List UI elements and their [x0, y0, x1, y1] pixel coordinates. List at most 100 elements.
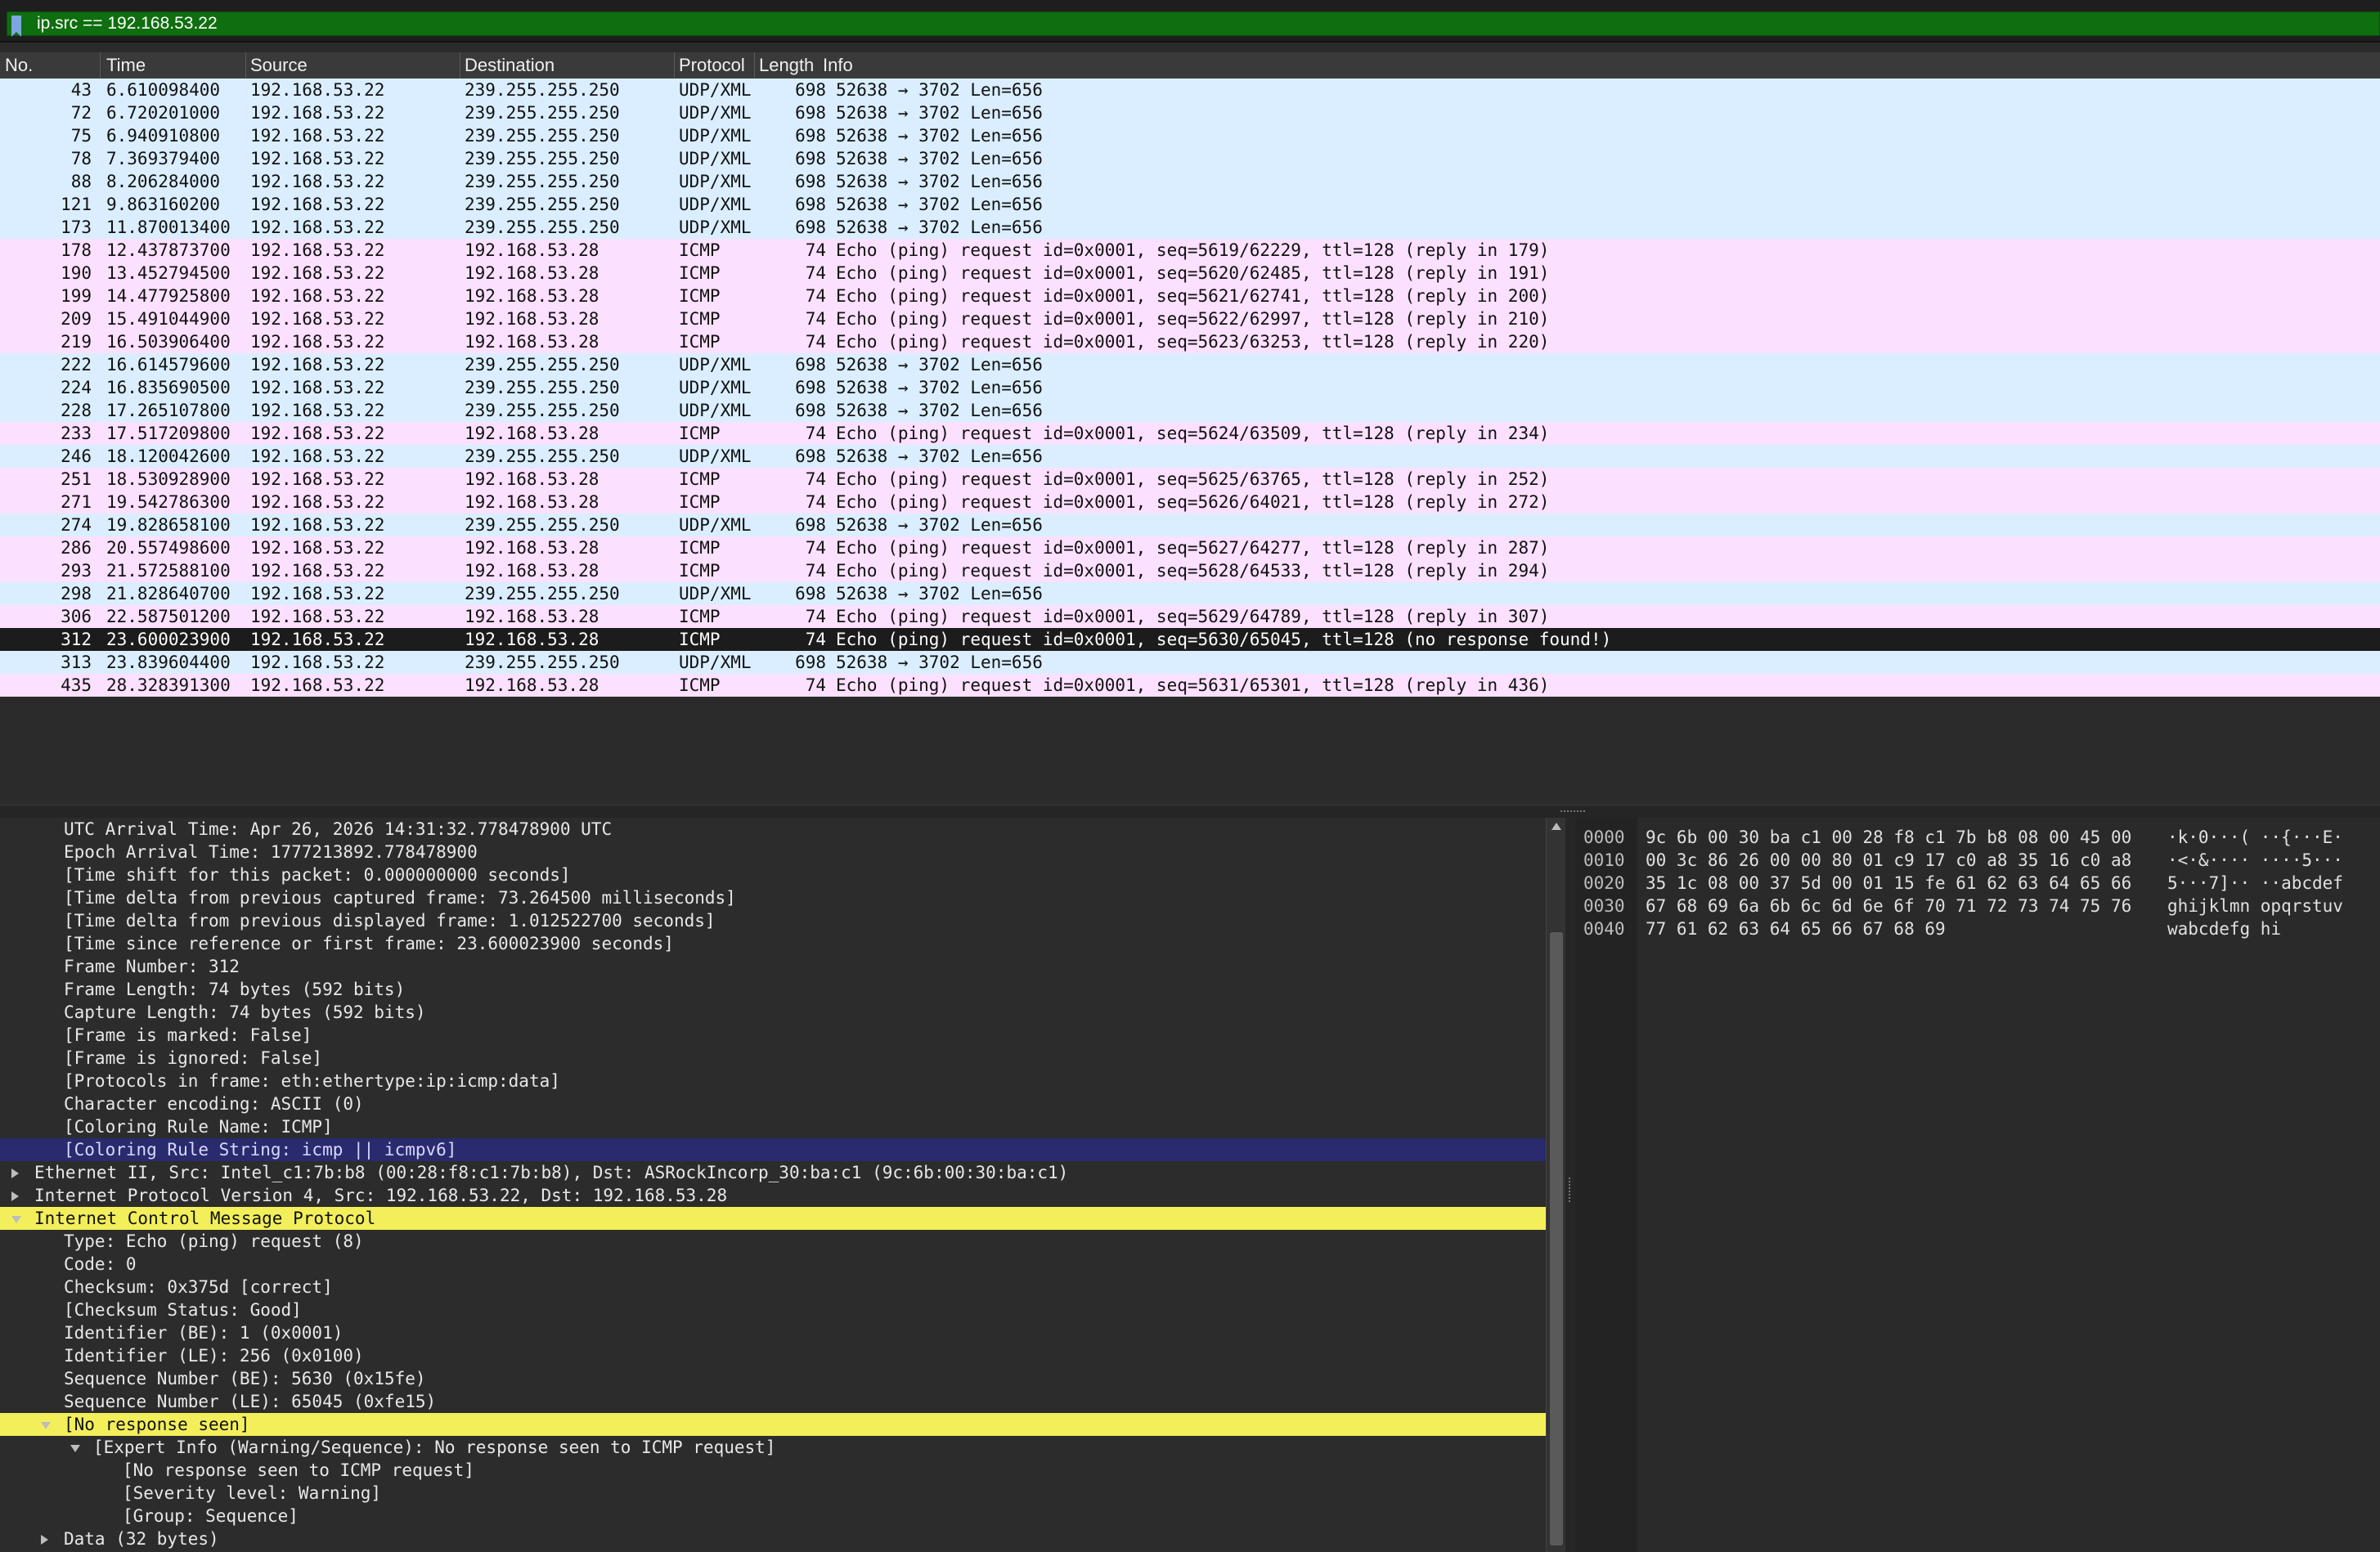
detail-tree-item[interactable]: [Group: Sequence] [0, 1505, 1546, 1527]
bytes-hex[interactable]: 9c 6b 00 30 ba c1 00 28 f8 c1 7b b8 08 0… [1646, 826, 2131, 849]
packet-row[interactable]: 75 6.940910800 192.168.53.22 239.255.255.25… [0, 124, 2380, 147]
detail-tree-item[interactable]: Internet Protocol Version 4, Src: 192.16… [0, 1184, 1546, 1207]
packet-number: 199 [61, 286, 92, 306]
detail-tree-item[interactable]: Type: Echo (ping) request (8) [0, 1230, 1546, 1253]
column-header-time[interactable]: Time [106, 52, 146, 78]
packet-row[interactable]: 298 21.828640700 192.168.53.22 239.255.255.… [0, 582, 2380, 605]
detail-tree-item[interactable]: [Frame is marked: False] [0, 1024, 1546, 1047]
expand-down-arrow-icon[interactable] [11, 1216, 21, 1223]
detail-tree-item[interactable]: Capture Length: 74 bytes (592 bits) [0, 1001, 1546, 1024]
detail-tree-item[interactable]: Data (32 bytes) [0, 1527, 1546, 1550]
packet-row[interactable]: 219 16.503906400 192.168.53.22 192.168.53.2… [0, 330, 2380, 353]
detail-tree-item[interactable]: [Severity level: Warning] [0, 1482, 1546, 1505]
bytes-ascii[interactable]: ghijklmn opqrstuv [2167, 895, 2343, 917]
detail-tree-item[interactable]: Epoch Arrival Time: 1777213892.778478900 [0, 841, 1546, 863]
detail-tree-item[interactable]: Frame Length: 74 bytes (592 bits) [0, 978, 1546, 1001]
packet-length: 74 [805, 424, 826, 443]
packet-info: 52638 → 3702 Len=656 [836, 126, 1043, 146]
collapse-right-arrow-icon[interactable] [11, 1191, 19, 1201]
detail-tree-item[interactable]: Sequence Number (BE): 5630 (0x15fe) [0, 1367, 1546, 1390]
packet-row[interactable]: 224 16.835690500 192.168.53.22 239.255.255.… [0, 376, 2380, 399]
packet-row[interactable]: 274 19.828658100 192.168.53.22 239.255.255.… [0, 514, 2380, 536]
packet-row[interactable]: 199 14.477925800 192.168.53.22 192.168.53.2… [0, 285, 2380, 307]
detail-tree-item[interactable]: [Time since reference or first frame: 23… [0, 932, 1546, 955]
packet-list[interactable]: 43 6.610098400 192.168.53.22 239.255.255.25… [0, 78, 2380, 698]
detail-tree-item[interactable]: Frame Number: 312 [0, 955, 1546, 978]
detail-tree-item[interactable]: [No response seen to ICMP request] [0, 1459, 1546, 1482]
detail-tree-item[interactable]: UTC Arrival Time: Apr 26, 2026 14:31:32.… [0, 818, 1546, 841]
detail-tree-item[interactable]: [Time delta from previous captured frame… [0, 886, 1546, 909]
detail-tree-item[interactable]: [Protocols in frame: eth:ethertype:ip:ic… [0, 1070, 1546, 1092]
bytes-hex[interactable]: 35 1c 08 00 37 5d 00 01 15 fe 61 62 63 6… [1646, 872, 2131, 895]
packet-row[interactable]: 43 6.610098400 192.168.53.22 239.255.255.25… [0, 78, 2380, 101]
detail-tree-item[interactable]: Character encoding: ASCII (0) [0, 1092, 1546, 1115]
detail-tree-item[interactable]: [Checksum Status: Good] [0, 1299, 1546, 1321]
packet-row[interactable]: 173 11.870013400 192.168.53.22 239.255.255.… [0, 216, 2380, 239]
packet-row[interactable]: 246 18.120042600 192.168.53.22 239.255.255.… [0, 445, 2380, 468]
detail-tree-item[interactable]: Ethernet II, Src: Intel_c1:7b:b8 (00:28:… [0, 1161, 1546, 1184]
packet-bytes-pane[interactable]: 0000 9c 6b 00 30 ba c1 00 28 f8 c1 7b b8 … [1575, 818, 2380, 1552]
packet-row[interactable]: 72 6.720201000 192.168.53.22 239.255.255.25… [0, 101, 2380, 124]
packet-row[interactable]: 209 15.491044900 192.168.53.22 192.168.53.2… [0, 307, 2380, 330]
column-divider[interactable] [754, 52, 755, 78]
packet-row[interactable]: 121 9.863160200 192.168.53.22 239.255.255.2… [0, 193, 2380, 216]
detail-tree-item[interactable]: [Expert Info (Warning/Sequence): No resp… [0, 1436, 1546, 1459]
detail-tree-item[interactable]: Identifier (BE): 1 (0x0001) [0, 1321, 1546, 1344]
packet-destination: 192.168.53.28 [465, 607, 599, 626]
column-divider[interactable] [674, 52, 675, 78]
column-header-protocol[interactable]: Protocol [679, 52, 745, 78]
detail-tree-item[interactable]: [Coloring Rule Name: ICMP] [0, 1115, 1546, 1138]
packet-row[interactable]: 293 21.572588100 192.168.53.22 192.168.53.2… [0, 559, 2380, 582]
bytes-ascii[interactable]: ·k·0···( ··{···E· [2167, 826, 2343, 849]
packet-row-selected[interactable]: 312 23.600023900 192.168.53.22 192.168.53.2… [0, 628, 2380, 651]
bytes-hex[interactable]: 00 3c 86 26 00 00 80 01 c9 17 c0 a8 35 1… [1646, 849, 2131, 872]
packet-row[interactable]: 178 12.437873700 192.168.53.22 192.168.53.2… [0, 239, 2380, 262]
detail-tree-item[interactable]: [Frame is ignored: False] [0, 1047, 1546, 1070]
detail-tree-item[interactable]: Code: 0 [0, 1253, 1546, 1276]
bytes-ascii[interactable]: ·<·&···· ····5··· [2167, 849, 2343, 872]
detail-tree-item[interactable]: Checksum: 0x375d [correct] [0, 1276, 1546, 1299]
column-header-source[interactable]: Source [250, 52, 308, 78]
bytes-hex[interactable]: 67 68 69 6a 6b 6c 6d 6e 6f 70 71 72 73 7… [1646, 895, 2131, 917]
packet-row[interactable]: 78 7.369379400 192.168.53.22 239.255.255.25… [0, 147, 2380, 170]
packet-row[interactable]: 233 17.517209800 192.168.53.22 192.168.53.2… [0, 422, 2380, 445]
bytes-ascii[interactable]: 5···7]·· ··abcdef [2167, 872, 2343, 895]
detail-tree-item[interactable]: Internet Control Message Protocol [0, 1207, 1546, 1230]
bytes-ascii[interactable]: wabcdefg hi [2167, 917, 2281, 940]
packet-row[interactable]: 313 23.839604400 192.168.53.22 239.255.255.… [0, 651, 2380, 674]
column-header-destination[interactable]: Destination [465, 52, 555, 78]
detail-tree-item[interactable]: [No response seen] [0, 1413, 1546, 1436]
scrollbar-thumb[interactable] [1550, 932, 1563, 1545]
collapse-right-arrow-icon[interactable] [41, 1535, 48, 1545]
packet-row[interactable]: 286 20.557498600 192.168.53.22 192.168.53.2… [0, 536, 2380, 559]
detail-tree-item[interactable]: Identifier (LE): 256 (0x0100) [0, 1344, 1546, 1367]
column-header-no[interactable]: No. [5, 52, 33, 78]
details-scrollbar[interactable] [1546, 818, 1566, 1552]
detail-tree-item[interactable]: [Time delta from previous displayed fram… [0, 909, 1546, 932]
packet-row[interactable]: 228 17.265107800 192.168.53.22 239.255.255.… [0, 399, 2380, 422]
packet-row[interactable]: 306 22.587501200 192.168.53.22 192.168.53.2… [0, 605, 2380, 628]
collapse-right-arrow-icon[interactable] [11, 1168, 19, 1178]
display-filter-input[interactable]: ip.src == 192.168.53.22 [7, 11, 2380, 36]
packet-row[interactable]: 88 8.206284000 192.168.53.22 239.255.255.25… [0, 170, 2380, 193]
vertical-pane-splitter[interactable] [1565, 818, 1575, 1552]
column-divider[interactable] [245, 52, 246, 78]
packet-row[interactable]: 271 19.542786300 192.168.53.22 192.168.53.2… [0, 491, 2380, 514]
detail-tree-item[interactable]: [Time shift for this packet: 0.000000000… [0, 863, 1546, 886]
bytes-hex[interactable]: 77 61 62 63 64 65 66 67 68 69 [1646, 917, 1946, 940]
column-header-info[interactable]: Info [823, 52, 853, 78]
scroll-up-arrow-icon[interactable] [1551, 823, 1561, 830]
detail-tree-item[interactable]: [Coloring Rule String: icmp || icmpv6] [0, 1138, 1546, 1161]
detail-tree-item[interactable]: Sequence Number (LE): 65045 (0xfe15) [0, 1390, 1546, 1413]
expand-down-arrow-icon[interactable] [41, 1422, 51, 1429]
column-divider[interactable] [100, 52, 101, 78]
packet-row[interactable]: 190 13.452794500 192.168.53.22 192.168.53.2… [0, 262, 2380, 285]
packet-row[interactable]: 251 18.530928900 192.168.53.22 192.168.53.2… [0, 468, 2380, 491]
packet-details-tree[interactable]: UTC Arrival Time: Apr 26, 2026 14:31:32.… [0, 818, 1546, 1552]
column-header-length[interactable]: Length [759, 52, 814, 78]
packet-row[interactable]: 222 16.614579600 192.168.53.22 239.255.255.… [0, 353, 2380, 376]
packet-source: 192.168.53.22 [250, 424, 385, 443]
expand-down-arrow-icon[interactable] [70, 1445, 80, 1452]
packet-row[interactable]: 435 28.328391300 192.168.53.22 192.168.53.2… [0, 674, 2380, 697]
bookmark-icon[interactable] [11, 16, 21, 37]
